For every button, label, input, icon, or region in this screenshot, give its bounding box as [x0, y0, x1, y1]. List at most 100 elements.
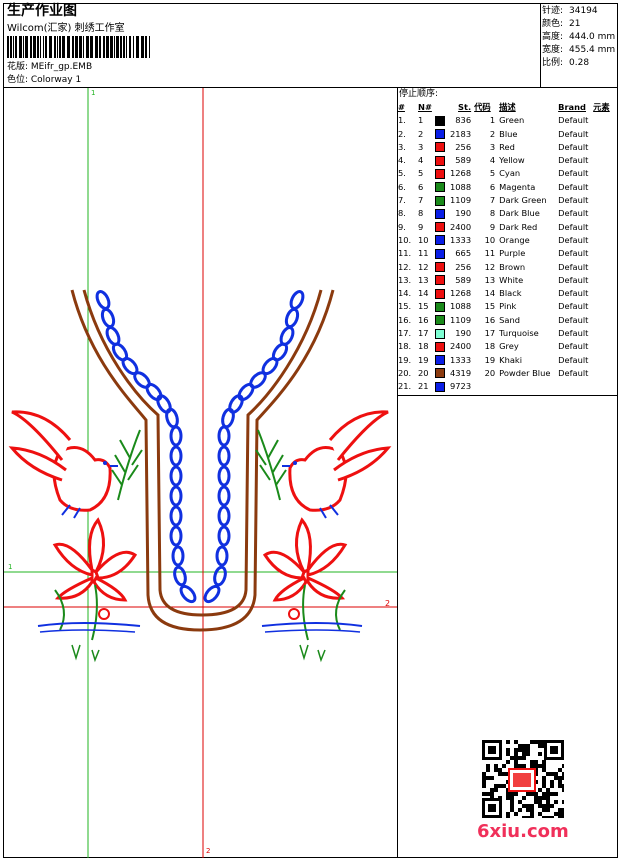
- stop-index: 6.: [398, 181, 406, 192]
- stop-stitches: 1109: [450, 195, 472, 206]
- stop-code: 7: [489, 195, 496, 206]
- stop-index: 16.: [398, 314, 412, 325]
- color-swatch-icon: [435, 328, 445, 339]
- stop-code: 10: [484, 234, 496, 245]
- stop-brand: Default: [558, 168, 589, 179]
- stop-row: 8. 8 190 8 Dark Blue Default: [398, 207, 610, 220]
- stop-code: 9: [489, 221, 496, 232]
- stop-description: [499, 380, 558, 393]
- stop-index: 1.: [398, 115, 406, 126]
- color-swatch-icon: [435, 115, 445, 126]
- stop-brand: Default: [558, 208, 589, 219]
- col-header-stitches: St.: [458, 102, 472, 112]
- stop-stitches: 589: [455, 274, 472, 285]
- stop-index: 19.: [398, 354, 412, 365]
- stop-brand: Default: [558, 155, 589, 166]
- stop-needle: 3: [418, 141, 424, 152]
- col-header-needle: N#: [418, 102, 432, 112]
- stop-code: 14: [484, 288, 496, 299]
- stop-index: 4.: [398, 155, 406, 166]
- stop-brand: Default: [558, 301, 589, 312]
- bird-right: [282, 410, 392, 519]
- stop-stitches: 1268: [450, 168, 472, 179]
- qr-code-icon: [482, 740, 564, 818]
- stop-stitches: 1333: [450, 234, 472, 245]
- color-swatch-icon: [435, 368, 445, 379]
- stop-code: 13: [484, 274, 496, 285]
- color-swatch-icon: [435, 155, 445, 166]
- stop-code: 12: [484, 261, 496, 272]
- stop-code: 2: [489, 128, 496, 139]
- stop-needle: 17: [418, 328, 429, 339]
- stop-needle: 2: [418, 128, 424, 139]
- color-swatch-icon: [435, 222, 445, 233]
- color-swatch-icon: [435, 129, 445, 140]
- color-swatch-icon: [435, 168, 445, 179]
- ornament-left: [37, 584, 141, 663]
- stop-stitches: 2400: [450, 341, 472, 352]
- stop-code: 4: [489, 155, 496, 166]
- stop-brand: Default: [558, 234, 589, 245]
- stop-row: 15. 15 1088 15 Pink Default: [398, 300, 610, 313]
- stop-brand: Default: [558, 314, 589, 325]
- color-swatch-icon: [435, 195, 445, 206]
- stop-description: Sand: [499, 314, 521, 325]
- color-swatch-icon: [435, 315, 445, 326]
- guide-label-v2: 2: [206, 847, 211, 855]
- stop-stitches: 4319: [450, 367, 472, 378]
- stop-needle: 20: [418, 367, 429, 378]
- stop-brand: Default: [558, 195, 589, 206]
- stop-brand: Default: [558, 221, 589, 232]
- stop-description: Powder Blue: [499, 367, 551, 378]
- stop-row: 1. 1 836 1 Green Default: [398, 114, 610, 127]
- stop-needle: 18: [418, 341, 429, 352]
- stat-scale: 比例: 0.28: [542, 58, 590, 68]
- stop-index: 13.: [398, 274, 412, 285]
- stop-needle: 10: [418, 234, 429, 245]
- stop-code: 19: [484, 354, 496, 365]
- watermark-logo: 6xiu.com: [477, 821, 569, 842]
- color-swatch-icon: [435, 355, 445, 366]
- stop-description: Khaki: [499, 354, 523, 365]
- stop-index: 20.: [398, 367, 412, 378]
- stop-brand: Default: [558, 274, 589, 285]
- stop-brand: [558, 380, 593, 393]
- stop-stitches: 665: [455, 248, 472, 259]
- col-header-code: 代码: [474, 102, 491, 112]
- stop-index: 7.: [398, 195, 406, 206]
- stop-row: 11. 11 665 11 Purple Default: [398, 247, 610, 260]
- stop-row: 18. 18 2400 18 Grey Default: [398, 340, 610, 353]
- color-swatch-icon: [435, 288, 445, 299]
- stop-needle: 9: [418, 221, 424, 232]
- stop-row: 4. 4 589 4 Yellow Default: [398, 154, 610, 167]
- stop-needle: 14: [418, 288, 429, 299]
- stop-stitches: 1088: [450, 301, 472, 312]
- stop-row: 3. 3 256 3 Red Default: [398, 141, 610, 154]
- stop-stitches: 9723: [450, 381, 472, 392]
- stop-needle: 19: [418, 354, 429, 365]
- stop-needle: 6: [418, 181, 424, 192]
- col-header-description: 描述: [499, 102, 516, 112]
- stop-index: 9.: [398, 221, 406, 232]
- stop-index: 15.: [398, 301, 412, 312]
- stop-row: 6. 6 1088 6 Magenta Default: [398, 181, 610, 194]
- stop-needle: 1: [418, 115, 424, 126]
- stop-description: Purple: [499, 248, 526, 259]
- stop-index: 21.: [398, 381, 412, 392]
- stop-needle: 15: [418, 301, 429, 312]
- stop-brand: Default: [558, 261, 589, 272]
- stop-index: 14.: [398, 288, 412, 299]
- stop-code: 20: [484, 367, 496, 378]
- stop-index: 10.: [398, 234, 412, 245]
- stop-stitches: 190: [455, 208, 472, 219]
- stop-description: Dark Red: [499, 221, 538, 232]
- stop-brand: Default: [558, 141, 589, 152]
- stop-row: 5. 5 1268 5 Cyan Default: [398, 167, 610, 180]
- stop-brand: Default: [558, 288, 589, 299]
- color-swatch-icon: [435, 262, 445, 273]
- stop-needle: 11: [418, 248, 429, 259]
- stop-row: 7. 7 1109 7 Dark Green Default: [398, 194, 610, 207]
- stop-sequence-table: # N# St. 代码 描述 Brand 元素 1. 1 836 1 Green Defa…: [398, 101, 610, 394]
- stop-code: 3: [489, 141, 496, 152]
- stop-code: 11: [484, 248, 496, 259]
